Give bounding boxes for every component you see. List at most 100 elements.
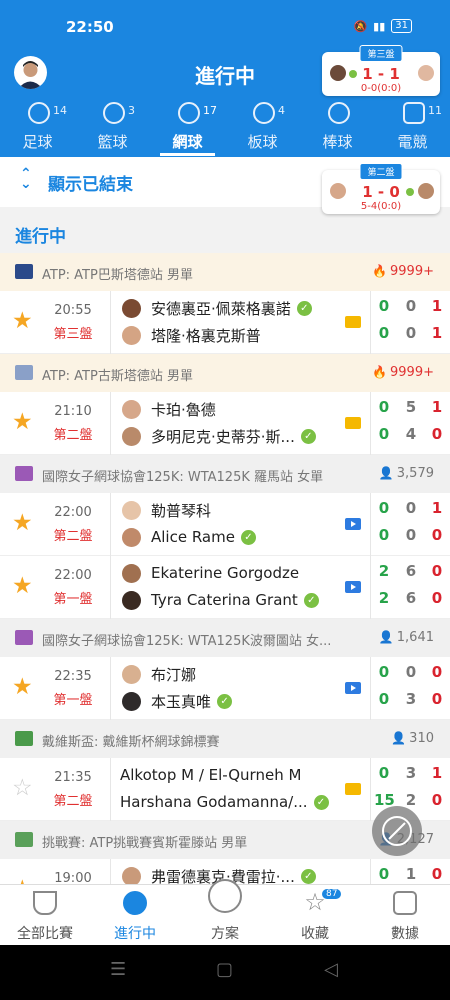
player-avatar-icon	[122, 426, 141, 446]
favorite-star-outline-icon[interactable]: ☆	[12, 775, 33, 801]
score-cell: 6	[405, 589, 417, 607]
nav-plans[interactable]: 方案	[180, 879, 270, 945]
nav-favorites[interactable]: ☆ 87 收藏	[270, 885, 360, 945]
tab-soccer[interactable]: 14 足球	[0, 98, 75, 156]
user-icon: 👤	[378, 466, 394, 480]
score-cell: 1	[405, 865, 417, 883]
nav-label: 全部比賽	[17, 926, 73, 942]
score-cell: 0	[378, 297, 390, 315]
player-avatar-icon	[418, 65, 434, 81]
match-row[interactable]: ★ 22:00 第一盤 Ekaterine Gorgodze Tyra Cate…	[0, 556, 450, 619]
floating-action-button[interactable]	[372, 806, 422, 856]
player-one: 布汀娜	[122, 663, 196, 685]
match-time: 22:35	[54, 669, 92, 684]
league-name: ATP: ATP巴斯塔德站 男單	[42, 268, 193, 283]
odds-badge-icon[interactable]	[345, 316, 361, 328]
tab-label: 足球	[22, 133, 53, 151]
score-cell: 1	[431, 764, 443, 782]
mini-score-card-top[interactable]: 第三盤 1 - 1 0-0(0:0)	[322, 45, 440, 96]
back-icon[interactable]: ◁	[324, 959, 338, 980]
tab-basketball[interactable]: 3 籃球	[75, 98, 150, 156]
serve-indicator-icon	[406, 188, 414, 196]
score-cell: 0	[378, 499, 390, 517]
player-name: Alice Rame	[151, 528, 235, 546]
favorite-star-icon[interactable]: ★	[12, 573, 33, 599]
score-cell: 0	[405, 663, 417, 681]
league-header[interactable]: 戴維斯盃: 戴維斯杯網球錦標賽 👤 310	[0, 720, 450, 758]
score-cell: 0	[405, 324, 417, 342]
tab-label: 板球	[247, 133, 278, 151]
score-cell: 0	[378, 398, 390, 416]
favorite-star-icon[interactable]: ★	[12, 308, 33, 334]
match-row[interactable]: ★ 20:55 第三盤 安德裏亞·佩萊格裏諾 ✓ 塔隆·格裏克斯普 0 0 1 0…	[0, 291, 450, 354]
nav-all-matches[interactable]: 全部比賽	[0, 885, 90, 945]
score-cell: 0	[431, 562, 443, 580]
score-cell: 1	[431, 297, 443, 315]
score-cell: 0	[431, 865, 443, 883]
mini-score-card-second[interactable]: 第二盤 1 - 0 5-4(0:0)	[322, 163, 440, 214]
favorite-star-icon[interactable]: ★	[12, 409, 33, 435]
match-row[interactable]: ★ 22:00 第二盤 勒普琴科 Alice Rame ✓ 0 0 1 0 0 0	[0, 493, 450, 556]
match-row[interactable]: ★ 22:35 第一盤 布汀娜 本玉真唯 ✓ 0 0 0 0 3 0	[0, 657, 450, 720]
live-video-icon[interactable]	[345, 518, 361, 530]
league-header[interactable]: 國際女子網球協會125K: WTA125K波爾圖站 女... 👤 1,641	[0, 619, 450, 657]
player-avatar-icon	[122, 298, 141, 318]
recent-apps-icon[interactable]: ☰	[110, 959, 126, 980]
show-ended-toggle[interactable]: ⌃ ⌄ 顯示已結束 第二盤 1 - 0 5-4(0:0)	[0, 157, 450, 214]
mini-score-detail: 0-0(0:0)	[360, 83, 402, 94]
play-icon	[123, 891, 147, 915]
mini-score-detail: 5-4(0:0)	[360, 201, 402, 212]
match-time: 20:55	[54, 303, 92, 318]
league-count: 👤 1,641	[379, 630, 434, 645]
tab-cricket[interactable]: 4 板球	[225, 98, 300, 156]
divider	[370, 556, 371, 619]
home-icon[interactable]: ▢	[216, 959, 233, 980]
tab-label: 籃球	[97, 133, 128, 151]
match-row[interactable]: ★ 21:10 第二盤 卡珀·魯德 多明尼克·史蒂芬·斯... ✓ 0 5 1 0…	[0, 392, 450, 455]
favorite-star-icon[interactable]: ★	[12, 674, 33, 700]
live-video-icon[interactable]	[345, 581, 361, 593]
tennis-ball-icon	[178, 102, 200, 124]
serve-check-icon: ✓	[300, 428, 316, 444]
odds-badge-icon[interactable]	[345, 783, 361, 795]
score-cell: 0	[405, 297, 417, 315]
nav-data[interactable]: 數據	[360, 885, 450, 945]
tab-esports[interactable]: 11 電競	[375, 98, 450, 156]
score-cell: 0	[431, 526, 443, 544]
status-time: 22:50	[66, 18, 114, 36]
sport-tabs: 14 足球 3 籃球 17 網球 4 板球 棒球 11 電競	[0, 98, 450, 156]
player-two: 多明尼克·史蒂芬·斯... ✓	[122, 425, 316, 447]
divider	[110, 493, 111, 556]
nav-live[interactable]: 進行中	[90, 885, 180, 945]
status-bar: 22:50 🔕 ▮▮ 31	[0, 14, 450, 44]
score-cell: 6	[405, 562, 417, 580]
league-header[interactable]: ATP: ATP古斯塔德站 男單 🔥 9999+	[0, 354, 450, 392]
nav-label: 數據	[391, 926, 419, 942]
player-name: 布汀娜	[151, 665, 197, 684]
tennis-racket-icon	[382, 816, 412, 846]
challenger-logo-icon	[15, 832, 33, 847]
live-video-icon[interactable]	[345, 682, 361, 694]
tab-tennis[interactable]: 17 網球	[150, 98, 225, 156]
app-root: 22:50 🔕 ▮▮ 31 進行中 第三盤 1 - 1 0-0(0:0) 14 …	[0, 0, 450, 1000]
tab-count: 11	[428, 104, 442, 117]
system-nav-bar: ☰ ▢ ◁	[0, 945, 450, 1000]
atp-logo-icon	[15, 365, 33, 380]
nav-label: 進行中	[114, 926, 156, 942]
serve-check-icon: ✓	[240, 529, 256, 545]
favorite-star-icon[interactable]: ★	[12, 510, 33, 536]
tab-count: 3	[128, 104, 135, 117]
player-name: 卡珀·魯德	[151, 400, 216, 419]
league-header[interactable]: ATP: ATP巴斯塔德站 男單 🔥 9999+	[0, 253, 450, 291]
odds-badge-icon[interactable]	[345, 417, 361, 429]
player-name: 本玉真唯	[151, 692, 212, 711]
tab-baseball[interactable]: 棒球	[300, 98, 375, 156]
player-two: Harshana Godamanna/... ✓	[120, 791, 329, 813]
league-header[interactable]: 國際女子網球協會125K: WTA125K 羅馬站 女單 👤 3,579	[0, 455, 450, 493]
divider	[110, 758, 111, 821]
status-icons: 🔕 ▮▮ 31	[353, 19, 412, 33]
fire-icon: 🔥	[372, 264, 388, 278]
divider	[370, 493, 371, 556]
tab-count: 14	[53, 104, 67, 117]
league-name: 國際女子網球協會125K: WTA125K波爾圖站 女...	[42, 634, 332, 649]
